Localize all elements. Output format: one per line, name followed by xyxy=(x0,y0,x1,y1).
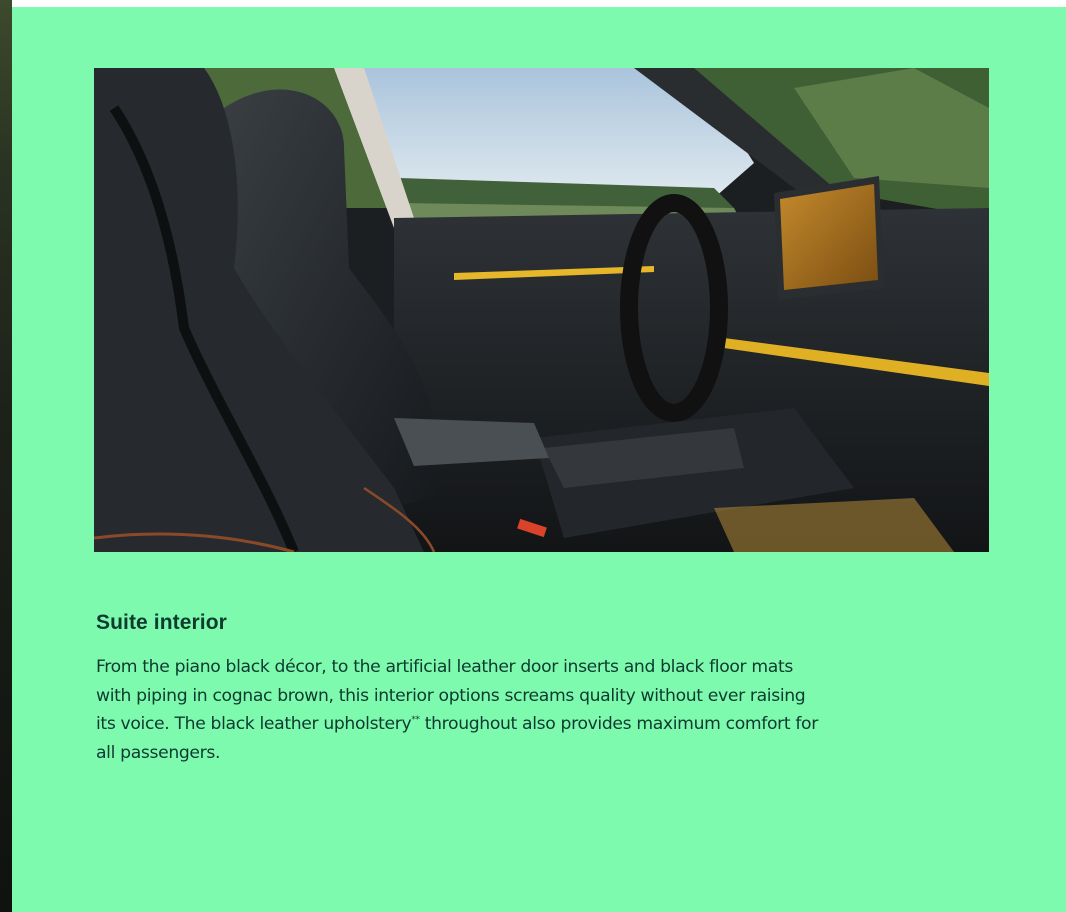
interior-photo xyxy=(94,68,989,552)
footnote-marker: ** xyxy=(411,715,420,725)
content-card: Suite interior From the piano black déco… xyxy=(12,7,1066,912)
adjacent-page-edge xyxy=(0,0,12,912)
section-body: From the piano black décor, to the artif… xyxy=(96,653,826,767)
section-title: Suite interior xyxy=(96,611,227,634)
